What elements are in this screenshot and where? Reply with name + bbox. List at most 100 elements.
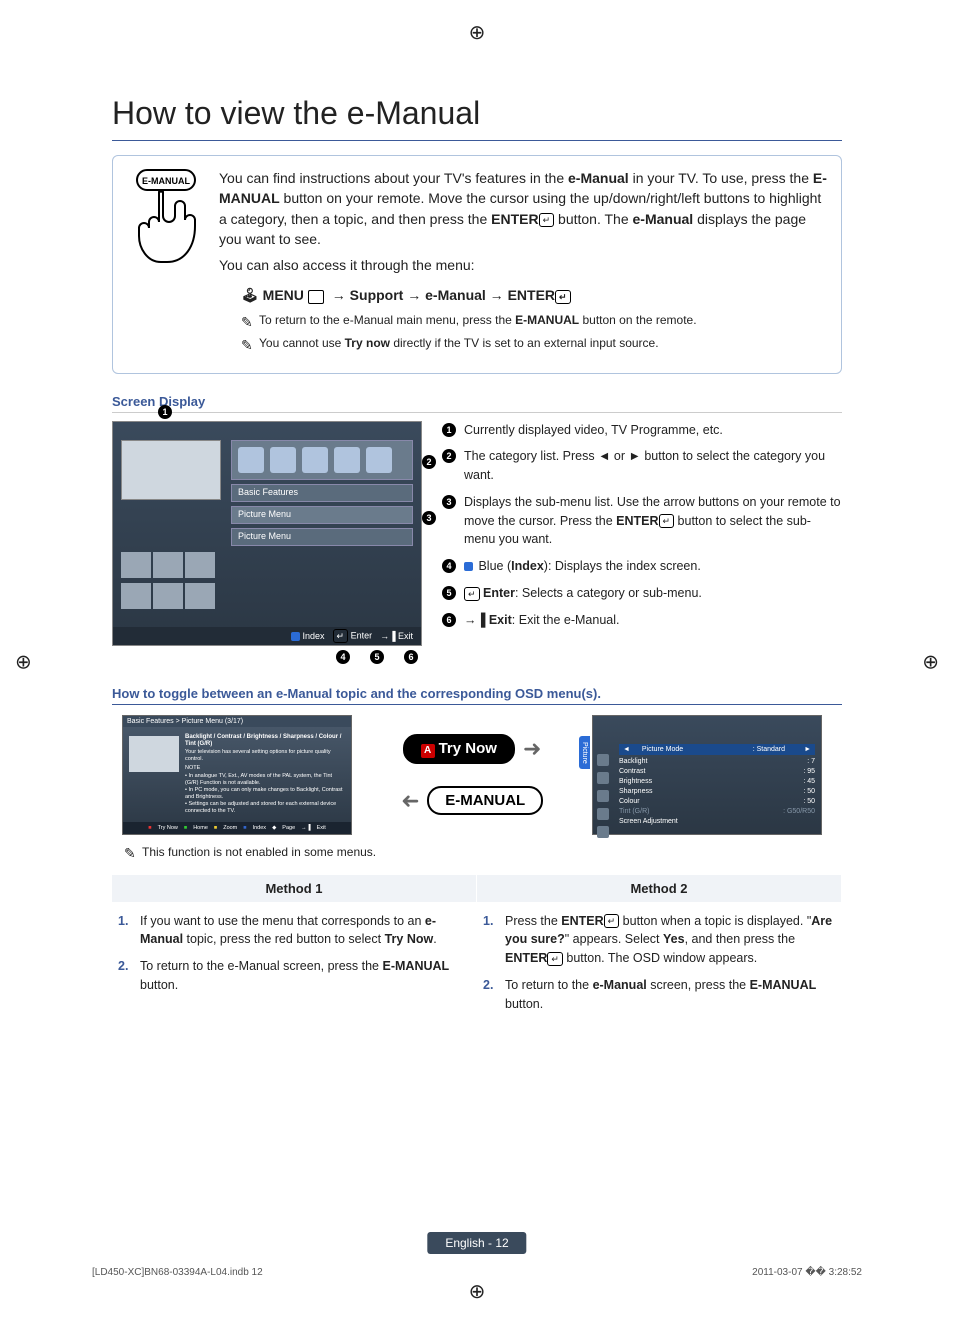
intro-p2: You can also access it through the menu: <box>219 255 827 275</box>
osd-menu-mock: Picture ◄ Picture Mode : Standard ► Back… <box>592 715 822 835</box>
intro-note2: You cannot use Try now directly if the T… <box>241 335 827 352</box>
legend-item-4: 4 Blue (Index): Displays the index scree… <box>442 557 842 576</box>
enter-icon: ↵ <box>539 213 555 227</box>
registration-mark-left: ⊕ <box>15 650 32 675</box>
arrow-left-icon: ➜ <box>401 788 419 814</box>
osd-row-dim: Tint (G/R): G50/R50 <box>619 807 815 817</box>
toggle-header: How to toggle between an e-Manual topic … <box>112 686 842 705</box>
remote-icon: 🕹 <box>241 287 259 303</box>
red-a-icon: A <box>421 744 435 758</box>
tl-head: Basic Features > Picture Menu (3/17) <box>123 716 351 727</box>
tv-mockup: 1 Basic Features Picture Menu Picture Me… <box>112 421 422 646</box>
legend-item-6: 6→▐ Exit: Exit the e-Manual. <box>442 611 842 630</box>
page-number-pill: English - 12 <box>427 1232 526 1254</box>
method2-step1: Press the ENTER↵ button when a topic is … <box>505 912 834 968</box>
e-manual-hand-icon: E-MANUAL <box>127 168 207 359</box>
osd-row: Brightness: 45 <box>619 777 815 787</box>
page-title: How to view the e-Manual <box>112 95 862 132</box>
category-icon <box>334 447 360 473</box>
legend-item-2: 2The category list. Press ◄ or ► button … <box>442 447 842 485</box>
category-icon <box>270 447 296 473</box>
method2-body: Press the ENTER↵ button when a topic is … <box>477 902 842 1030</box>
tv-strip-basic: Basic Features <box>231 484 413 502</box>
blue-d-icon <box>291 632 300 641</box>
method1-step1: If you want to use the menu that corresp… <box>140 912 469 950</box>
intro-text: You can find instructions about your TV'… <box>219 168 827 359</box>
picture-tab: Picture <box>579 736 590 770</box>
page-content: How to view the e-Manual E-MANUAL You ca… <box>92 40 862 1284</box>
enter-icon-m2b: ↵ <box>547 952 563 966</box>
callout-5: 5 <box>370 650 384 664</box>
thumb <box>121 552 151 578</box>
legend: 1Currently displayed video, TV Programme… <box>442 421 842 638</box>
method1-head: Method 1 <box>112 875 477 902</box>
doc-footer-left: [LD450-XC]BN68-03394A-L04.indb 12 <box>92 1267 263 1278</box>
callout-4: 4 <box>336 650 350 664</box>
tv-category-row <box>231 440 413 480</box>
category-icon <box>366 447 392 473</box>
tv-footer: Index ↵ Enter →▐ Exit <box>113 627 421 645</box>
footer-enter: Enter <box>351 630 373 640</box>
category-icon <box>302 447 328 473</box>
menu-icon <box>308 290 324 304</box>
method2-step2: To return to the e-Manual screen, press … <box>505 976 834 1014</box>
method-body: If you want to use the menu that corresp… <box>112 902 842 1030</box>
e-manual-badge-text: E-MANUAL <box>142 176 190 186</box>
enter-icon-footer: ↵ <box>333 629 349 643</box>
callout-1: 1 <box>158 405 172 419</box>
enter-icon-legend2: ↵ <box>464 587 480 601</box>
category-icon <box>238 447 264 473</box>
osd-row: Contrast: 95 <box>619 767 815 777</box>
exit-icon: →▐ <box>380 631 395 641</box>
arrow-right-icon: ➜ <box>523 736 541 762</box>
intro-note1: To return to the e-Manual main menu, pre… <box>241 312 827 329</box>
method1-step2: To return to the e-Manual screen, press … <box>140 957 469 995</box>
osd-row: Colour: 50 <box>619 797 815 807</box>
tv-strip-picture2: Picture Menu <box>231 528 413 546</box>
osd-row: Backlight: 7 <box>619 757 815 767</box>
exit-icon-legend: →▐ <box>464 613 485 627</box>
tl-footer: ■Try Now ■Home ■Zoom ■Index ◆Page →▐Exit <box>123 822 351 834</box>
footer-exit: Exit <box>398 631 413 641</box>
method2-head: Method 2 <box>477 875 842 902</box>
enter-icon-m2: ↵ <box>604 914 620 928</box>
toggle-mid: ATry Now ➜ ➜ E-MANUAL <box>382 728 562 821</box>
try-now-button: ATry Now <box>403 734 515 764</box>
blue-d-icon-legend <box>464 562 473 571</box>
toggle-note: This function is not enabled in some men… <box>124 845 842 859</box>
tv-video-thumb <box>121 440 221 500</box>
osd-row: Screen Adjustment <box>619 817 815 827</box>
enter-icon-legend: ↵ <box>659 514 675 528</box>
osd-row: Sharpness: 50 <box>619 787 815 797</box>
tl-text: Backlight / Contrast / Brightness / Shar… <box>185 734 345 816</box>
picture-list: ◄ Picture Mode : Standard ► Backlight: 7… <box>619 744 815 827</box>
footer-index: Index <box>302 631 324 641</box>
legend-item-3: 3Displays the sub-menu list. Use the arr… <box>442 493 842 549</box>
intro-box: E-MANUAL You can find instructions about… <box>112 155 842 374</box>
e-manual-button: E-MANUAL <box>427 786 543 815</box>
tv-thumbnails <box>121 552 221 612</box>
intro-p1-bold1: e-Manual <box>568 170 629 186</box>
doc-footer-right: 2011-03-07 �� 3:28:52 <box>752 1267 862 1278</box>
callout-2: 2 <box>422 455 436 469</box>
title-rule <box>112 140 842 141</box>
tv-frame: Basic Features Picture Menu Picture Menu… <box>112 421 422 646</box>
callout-3: 3 <box>422 511 436 525</box>
menu-path: 🕹 MENU → Support → e-Manual → ENTER↵ <box>241 285 827 305</box>
picture-side-icons <box>597 754 609 838</box>
tl-video <box>129 736 179 772</box>
legend-item-5: 5↵ Enter: Selects a category or sub-menu… <box>442 584 842 603</box>
method-head: Method 1 Method 2 <box>112 875 842 902</box>
registration-mark-right: ⊕ <box>922 650 939 675</box>
picture-mode-row: ◄ Picture Mode : Standard ► <box>619 744 815 755</box>
callout-6: 6 <box>404 650 418 664</box>
screen-display-header: Screen Display <box>112 394 842 413</box>
e-manual-topic-mock: Basic Features > Picture Menu (3/17) Bac… <box>122 715 352 835</box>
screen-display-row: 1 Basic Features Picture Menu Picture Me… <box>112 421 842 646</box>
method1-body: If you want to use the menu that corresp… <box>112 902 477 1030</box>
enter-icon-path: ↵ <box>555 290 571 304</box>
legend-item-1: 1Currently displayed video, TV Programme… <box>442 421 842 440</box>
toggle-row: Basic Features > Picture Menu (3/17) Bac… <box>122 715 832 835</box>
tv-strip-picture1: Picture Menu <box>231 506 413 524</box>
intro-p1a: You can find instructions about your TV'… <box>219 170 568 186</box>
